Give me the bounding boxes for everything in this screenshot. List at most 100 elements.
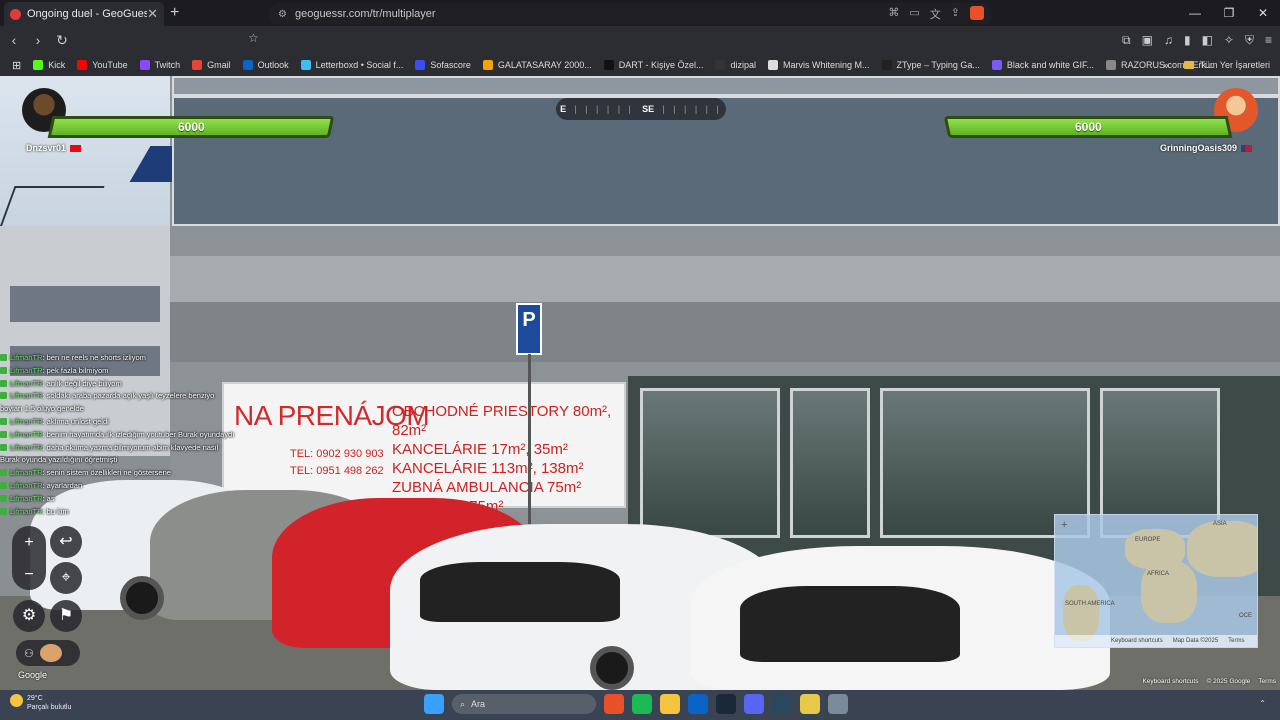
bookmark-item[interactable]: Outlook: [242, 60, 289, 70]
brave-icon[interactable]: [604, 694, 624, 714]
party-icon: ⚇: [24, 647, 34, 660]
search-icon: ⌕: [460, 698, 466, 709]
steam-2-icon[interactable]: [772, 694, 792, 714]
new-tab-button[interactable]: +: [170, 4, 179, 22]
extensions-icon[interactable]: ⧉: [1122, 33, 1131, 48]
chat-message: LifmanTR: ben ne reels ne shorts izliyom: [0, 352, 236, 365]
chat-username: LifmanTR: [10, 353, 43, 362]
extensions-area: ⧉ ▣ ♫ ▮ ◧ ✧ ⛨ ≡: [1122, 26, 1272, 54]
bookmark-favicon-icon: [991, 60, 1002, 70]
minimap-zoom-in-button[interactable]: +: [1061, 519, 1067, 531]
right-player-health-bar: 6000: [943, 116, 1233, 138]
compass: E | | | | | | SE | | | | | |: [556, 98, 726, 120]
sidebar-icon[interactable]: ▮: [1184, 33, 1191, 47]
taskbar-apps: ⌕ Ara: [424, 694, 848, 714]
close-tab-icon[interactable]: ✕: [147, 6, 158, 22]
kick-badge-icon: [0, 392, 7, 400]
windows-start-icon[interactable]: [424, 694, 444, 714]
usa-flag-icon: [1241, 144, 1253, 152]
url-text: geoguessr.com/tr/multiplayer: [294, 8, 436, 20]
settings-icon[interactable]: [828, 694, 848, 714]
chat-text: : ayarlardan: [42, 480, 83, 490]
chat-message: LifmanTR: daha okuma yazma bilmiyorum ab…: [0, 442, 236, 468]
translate-icon[interactable]: 文: [930, 6, 941, 22]
bookmark-item[interactable]: Black and white GIF...: [991, 60, 1094, 70]
chat-message: LifmanTR: soldaki araba pazarda açık yaş…: [0, 390, 236, 416]
bookmark-label: Twitch: [154, 60, 181, 70]
vpn-icon[interactable]: ⛨: [1245, 33, 1254, 48]
toolbar: ‹ › ↻: [0, 26, 1280, 54]
tab-geoguessr[interactable]: Ongoing duel - GeoGuessr ✕: [4, 2, 164, 26]
menu-icon[interactable]: ≡: [1265, 33, 1272, 47]
bookmark-item[interactable]: Kick: [33, 60, 65, 70]
bookmark-item[interactable]: Letterboxd • Social f...: [300, 60, 403, 70]
bookmark-label: YouTube: [92, 60, 128, 70]
app-yellow-icon[interactable]: [800, 694, 820, 714]
bookmark-label: Sofascore: [430, 60, 471, 70]
sign-pole: [528, 354, 531, 524]
right-player-name[interactable]: GrinningOasis309: [1160, 143, 1253, 153]
reader-icon[interactable]: ⌘: [888, 6, 899, 22]
bookmark-item[interactable]: ZType – Typing Ga...: [881, 60, 980, 70]
url-bar[interactable]: ⚙ geoguessr.com/tr/multiplayer ⌘ ▭ 文 ⇪: [268, 3, 992, 25]
undo-move-button[interactable]: ↩: [50, 526, 82, 558]
brave-shield-icon[interactable]: [970, 6, 984, 20]
chat-username: LifmanTR: [10, 378, 43, 388]
outlook-icon[interactable]: [688, 694, 708, 714]
bookmark-page-icon[interactable]: ☆: [248, 31, 259, 45]
kick-badge-icon: [0, 507, 7, 515]
forward-icon[interactable]: ›: [28, 32, 48, 48]
share-icon[interactable]: ⇪: [951, 6, 960, 22]
bookmark-favicon-icon: [715, 60, 726, 70]
bookmark-favicon-icon: [242, 60, 253, 70]
bookmark-item[interactable]: Marvis Whitening M...: [768, 60, 870, 70]
weather-widget[interactable]: 29°C Parçalı bulutlu: [10, 694, 71, 712]
zoom-out-button[interactable]: −: [13, 559, 45, 591]
steam-icon[interactable]: [716, 694, 736, 714]
all-bookmarks-folder[interactable]: Tüm Yer İşaretleri: [1184, 60, 1270, 70]
settings-button[interactable]: ⚙: [13, 600, 45, 632]
bookmark-item[interactable]: YouTube: [77, 60, 128, 70]
chat-message: LifmanTR: pek fazla bilmiyom: [0, 365, 236, 378]
bookmark-item[interactable]: dizipal: [715, 60, 756, 70]
spotify-icon[interactable]: [632, 694, 652, 714]
bookmark-item[interactable]: Twitch: [139, 60, 181, 70]
flag-button[interactable]: ⚑: [50, 600, 82, 632]
kick-badge-icon: [0, 481, 7, 489]
file-explorer-icon[interactable]: [660, 694, 680, 714]
reload-icon[interactable]: ↻: [52, 32, 72, 49]
chat-text: : anlık değil diye biliyom: [42, 378, 122, 388]
wallet-icon[interactable]: ◧: [1202, 33, 1213, 47]
party-button[interactable]: ⚇: [16, 640, 80, 666]
taskbar-search[interactable]: ⌕ Ara: [452, 694, 596, 714]
zoom-in-button[interactable]: +: [13, 527, 45, 559]
chat-username: LifmanTR: [10, 480, 43, 490]
bookmarks-more-button[interactable]: »: [1163, 60, 1168, 70]
bookmark-item[interactable]: Gmail: [192, 60, 231, 70]
music-icon[interactable]: ♫: [1164, 33, 1173, 47]
restore-button[interactable]: ❐: [1212, 0, 1246, 26]
system-tray[interactable]: ⌃: [1259, 699, 1266, 708]
bookmark-favicon-icon: [482, 60, 493, 70]
bookmark-favicon-icon: [881, 60, 892, 70]
back-icon[interactable]: ‹: [4, 32, 24, 48]
bookmark-item[interactable]: GALATASARAY 2000...: [482, 60, 592, 70]
bookmark-label: dizipal: [730, 60, 756, 70]
left-player-name[interactable]: Dnzsvr01: [26, 143, 82, 153]
leo-icon[interactable]: ✧: [1224, 33, 1234, 47]
bookmark-favicon-icon: [300, 60, 311, 70]
site-info-icon[interactable]: ⚙: [278, 9, 287, 20]
discord-icon[interactable]: [744, 694, 764, 714]
cast-icon[interactable]: ▭: [909, 6, 919, 22]
apps-grid-icon[interactable]: ⊞: [12, 59, 21, 72]
left-player-health-bar: 6000: [47, 116, 335, 138]
close-window-button[interactable]: ✕: [1246, 0, 1280, 26]
screenshot-icon[interactable]: ▣: [1142, 33, 1153, 47]
bookmarks-bar: ⊞ Kick YouTube Twitch Gmail Outlook Letterbox…: [0, 54, 1280, 76]
bookmark-label: Marvis Whitening M...: [783, 60, 870, 70]
bookmark-item[interactable]: Sofascore: [415, 60, 471, 70]
guess-minimap[interactable]: + EUROPE AFRICA ASIA SOUTH AMERICA OCE K…: [1054, 514, 1258, 648]
return-to-start-button[interactable]: ⌖: [50, 562, 82, 594]
minimize-button[interactable]: —: [1178, 0, 1212, 26]
bookmark-item[interactable]: DART - Kişiye Özel...: [603, 60, 703, 70]
